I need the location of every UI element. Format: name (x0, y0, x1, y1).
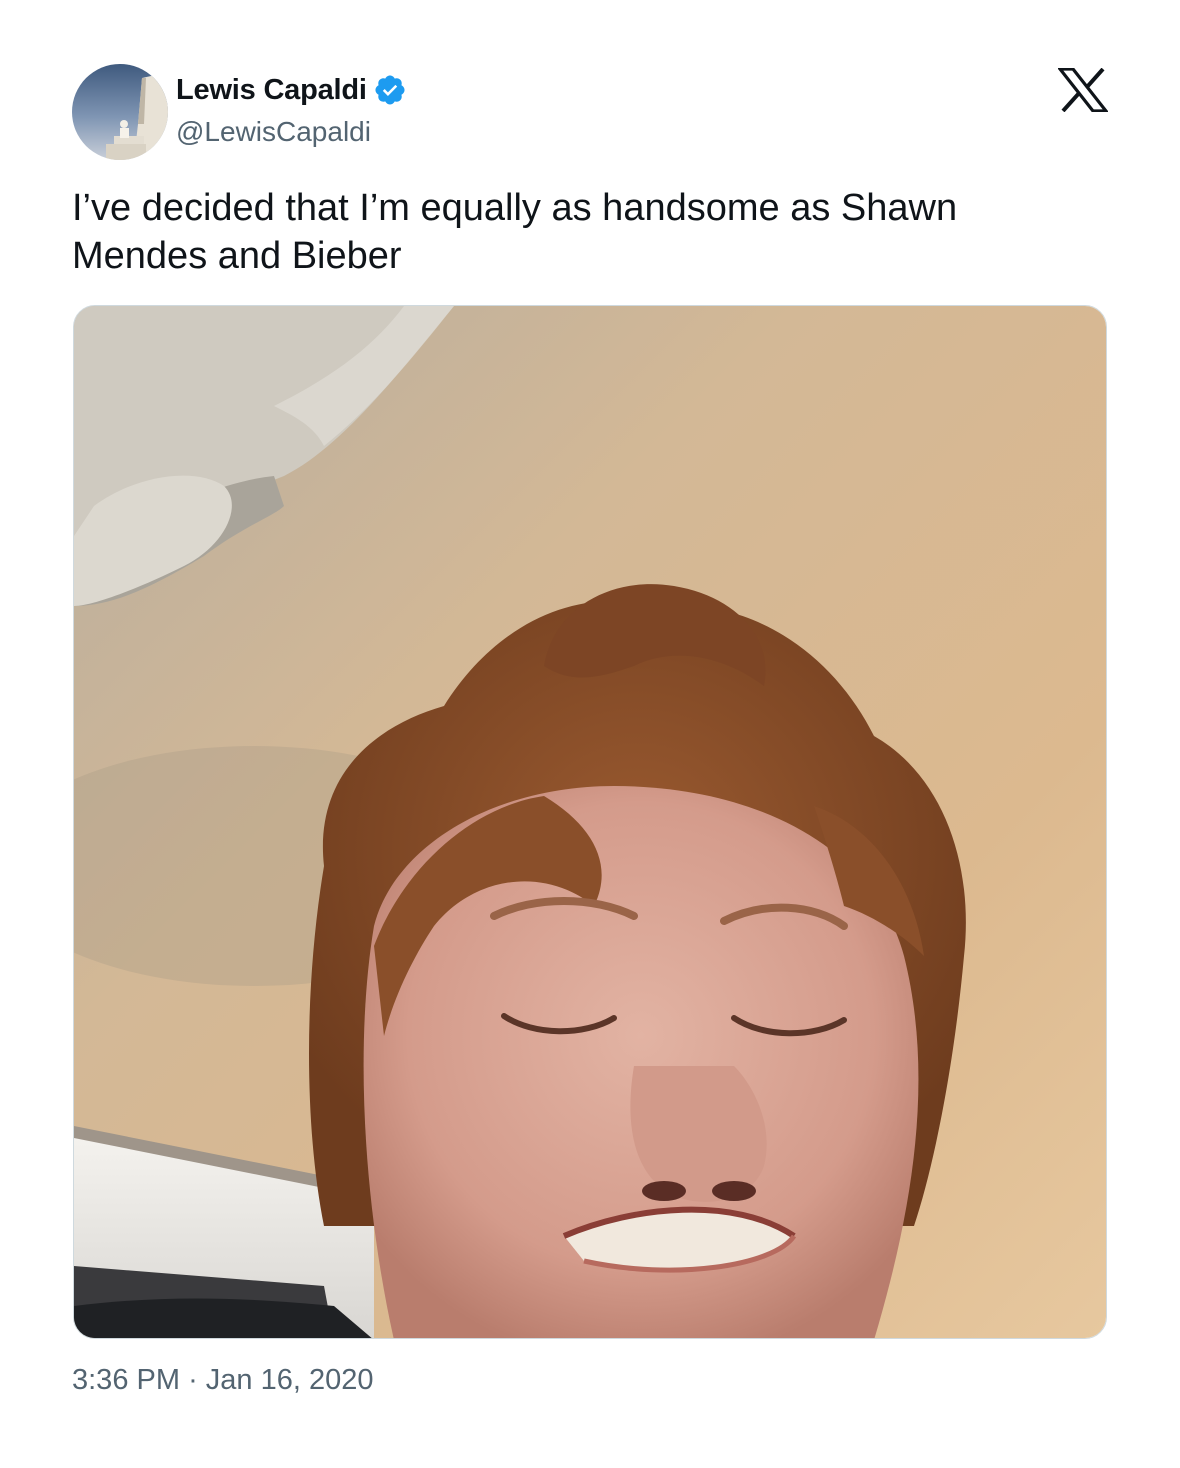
timestamp-separator: · (188, 1364, 198, 1396)
tweet-date: Jan 16, 2020 (205, 1364, 374, 1396)
author-handle[interactable]: @LewisCapaldi (176, 116, 407, 148)
author-block: Lewis Capaldi @LewisCapaldi (176, 72, 407, 148)
tweet-time: 3:36 PM (72, 1364, 180, 1396)
tweet-card: Lewis Capaldi @LewisCapaldi I’ve decided… (0, 0, 1180, 1468)
verified-badge-icon (373, 73, 407, 107)
x-logo-icon[interactable] (1056, 67, 1110, 113)
author-avatar[interactable] (72, 64, 168, 160)
author-name-row: Lewis Capaldi (176, 72, 407, 108)
tweet-text: I’ve decided that I’m equally as handsom… (72, 187, 968, 277)
tweet-photo[interactable] (73, 305, 1107, 1339)
author-display-name[interactable]: Lewis Capaldi (176, 74, 367, 107)
tweet-timestamp[interactable]: 3:36 PM · Jan 16, 2020 (72, 1364, 374, 1397)
